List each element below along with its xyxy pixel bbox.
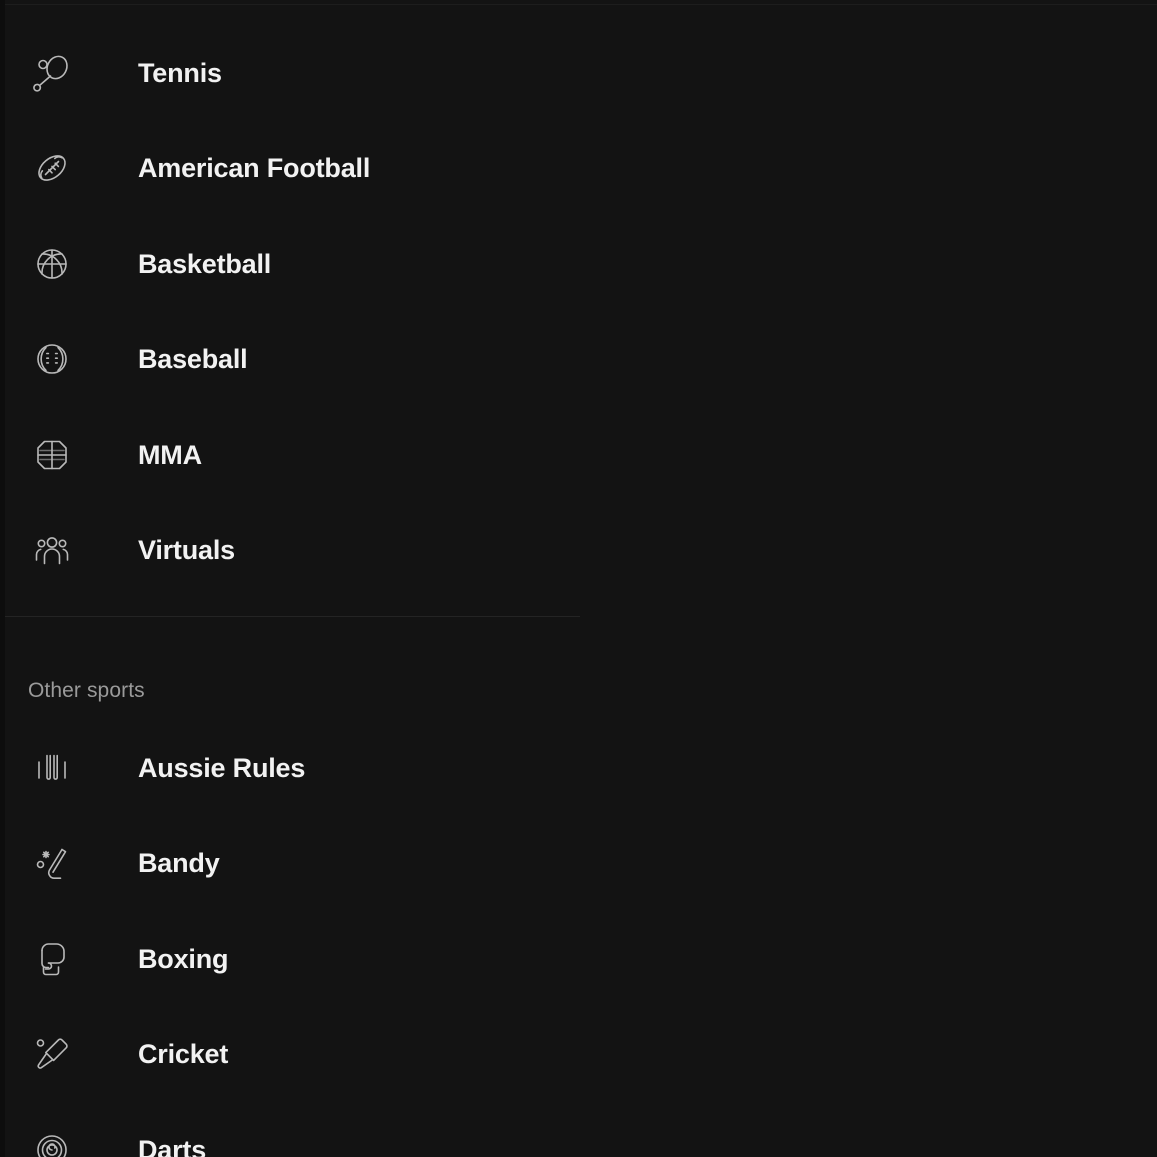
sidebar-item-american-football[interactable]: American Football xyxy=(0,120,580,216)
mma-octagon-icon xyxy=(28,431,76,479)
baseball-icon xyxy=(28,335,76,383)
sidebar-item-darts[interactable]: Darts xyxy=(0,1102,580,1157)
bandy-stick-icon xyxy=(28,839,76,887)
sidebar-item-baseball[interactable]: Baseball xyxy=(0,311,580,407)
sports-columns: Tennis American Football Basketball Base… xyxy=(0,0,1157,1157)
basketball-icon xyxy=(28,240,76,288)
sidebar-item-futsal[interactable]: Futsal xyxy=(580,14,1157,110)
sidebar-item-virtuals[interactable]: Virtuals xyxy=(0,502,580,598)
sidebar-item-cricket[interactable]: Cricket xyxy=(0,1006,580,1102)
sidebar-item-label: MMA xyxy=(138,439,202,470)
other-sports-header: Other sports xyxy=(28,679,145,702)
sidebar-item-handball[interactable]: Handball xyxy=(580,299,1157,395)
sidebar-item-boxing[interactable]: Boxing xyxy=(0,911,580,1007)
sidebar-item-label: Darts xyxy=(138,1134,207,1157)
boxing-glove-icon xyxy=(28,935,76,983)
right-sports-column: Futsal Golf xyxy=(580,0,1157,1157)
sidebar-item-label: Basketball xyxy=(138,248,272,279)
sidebar-item-mma[interactable]: MMA xyxy=(0,407,580,503)
darts-target-icon xyxy=(28,1126,76,1157)
sidebar-item-label: Cricket xyxy=(138,1038,229,1069)
sidebar-item-basketball[interactable]: Basketball xyxy=(0,216,580,312)
sports-menu-screen: Tennis American Football Basketball Base… xyxy=(0,0,1157,1157)
tennis-racket-icon xyxy=(28,49,76,97)
sidebar-item-snooker[interactable]: Snooker xyxy=(580,1060,1157,1156)
sidebar-item-tennis[interactable]: Tennis xyxy=(0,25,580,121)
sidebar-item-golf[interactable]: Golf xyxy=(580,109,1157,205)
top-edge-line xyxy=(5,4,1157,5)
aussie-rules-goalposts-icon xyxy=(28,744,76,792)
section-divider xyxy=(5,616,580,617)
sidebar-item-rugby-union[interactable]: Rugby Union xyxy=(580,965,1157,1061)
american-football-icon xyxy=(28,144,76,192)
sidebar-item-motorsport[interactable]: Motorsport xyxy=(580,680,1157,776)
sidebar-item-politics[interactable]: Politics xyxy=(580,775,1157,871)
sidebar-item-label: American Football xyxy=(138,152,371,183)
sidebar-item-label: Bandy xyxy=(138,847,220,878)
cricket-bat-icon xyxy=(28,1030,76,1078)
left-sports-column: Tennis American Football Basketball Base… xyxy=(0,0,580,1157)
sidebar-item-label: Virtuals xyxy=(138,534,235,565)
left-edge-strip xyxy=(0,0,5,1157)
sidebar-item-label: Aussie Rules xyxy=(138,752,306,783)
sidebar-item-greyhounds[interactable]: Greyhounds xyxy=(580,204,1157,300)
virtuals-people-icon xyxy=(28,526,76,574)
sidebar-item-aussie-rules[interactable]: Aussie Rules xyxy=(0,720,580,816)
sidebar-item-horse-racing[interactable]: Horse Racing xyxy=(580,394,1157,490)
sidebar-item-rugby-league[interactable]: Rugby League xyxy=(580,870,1157,966)
sidebar-item-label: Boxing xyxy=(138,943,229,974)
sidebar-item-label: Tennis xyxy=(138,57,222,88)
sidebar-item-kabaddi[interactable]: Kabaddi xyxy=(580,584,1157,680)
sidebar-item-bandy[interactable]: Bandy xyxy=(0,815,580,911)
sidebar-item-ice-hockey[interactable]: Ice Hockey xyxy=(580,489,1157,585)
sidebar-item-label: Baseball xyxy=(138,343,248,374)
